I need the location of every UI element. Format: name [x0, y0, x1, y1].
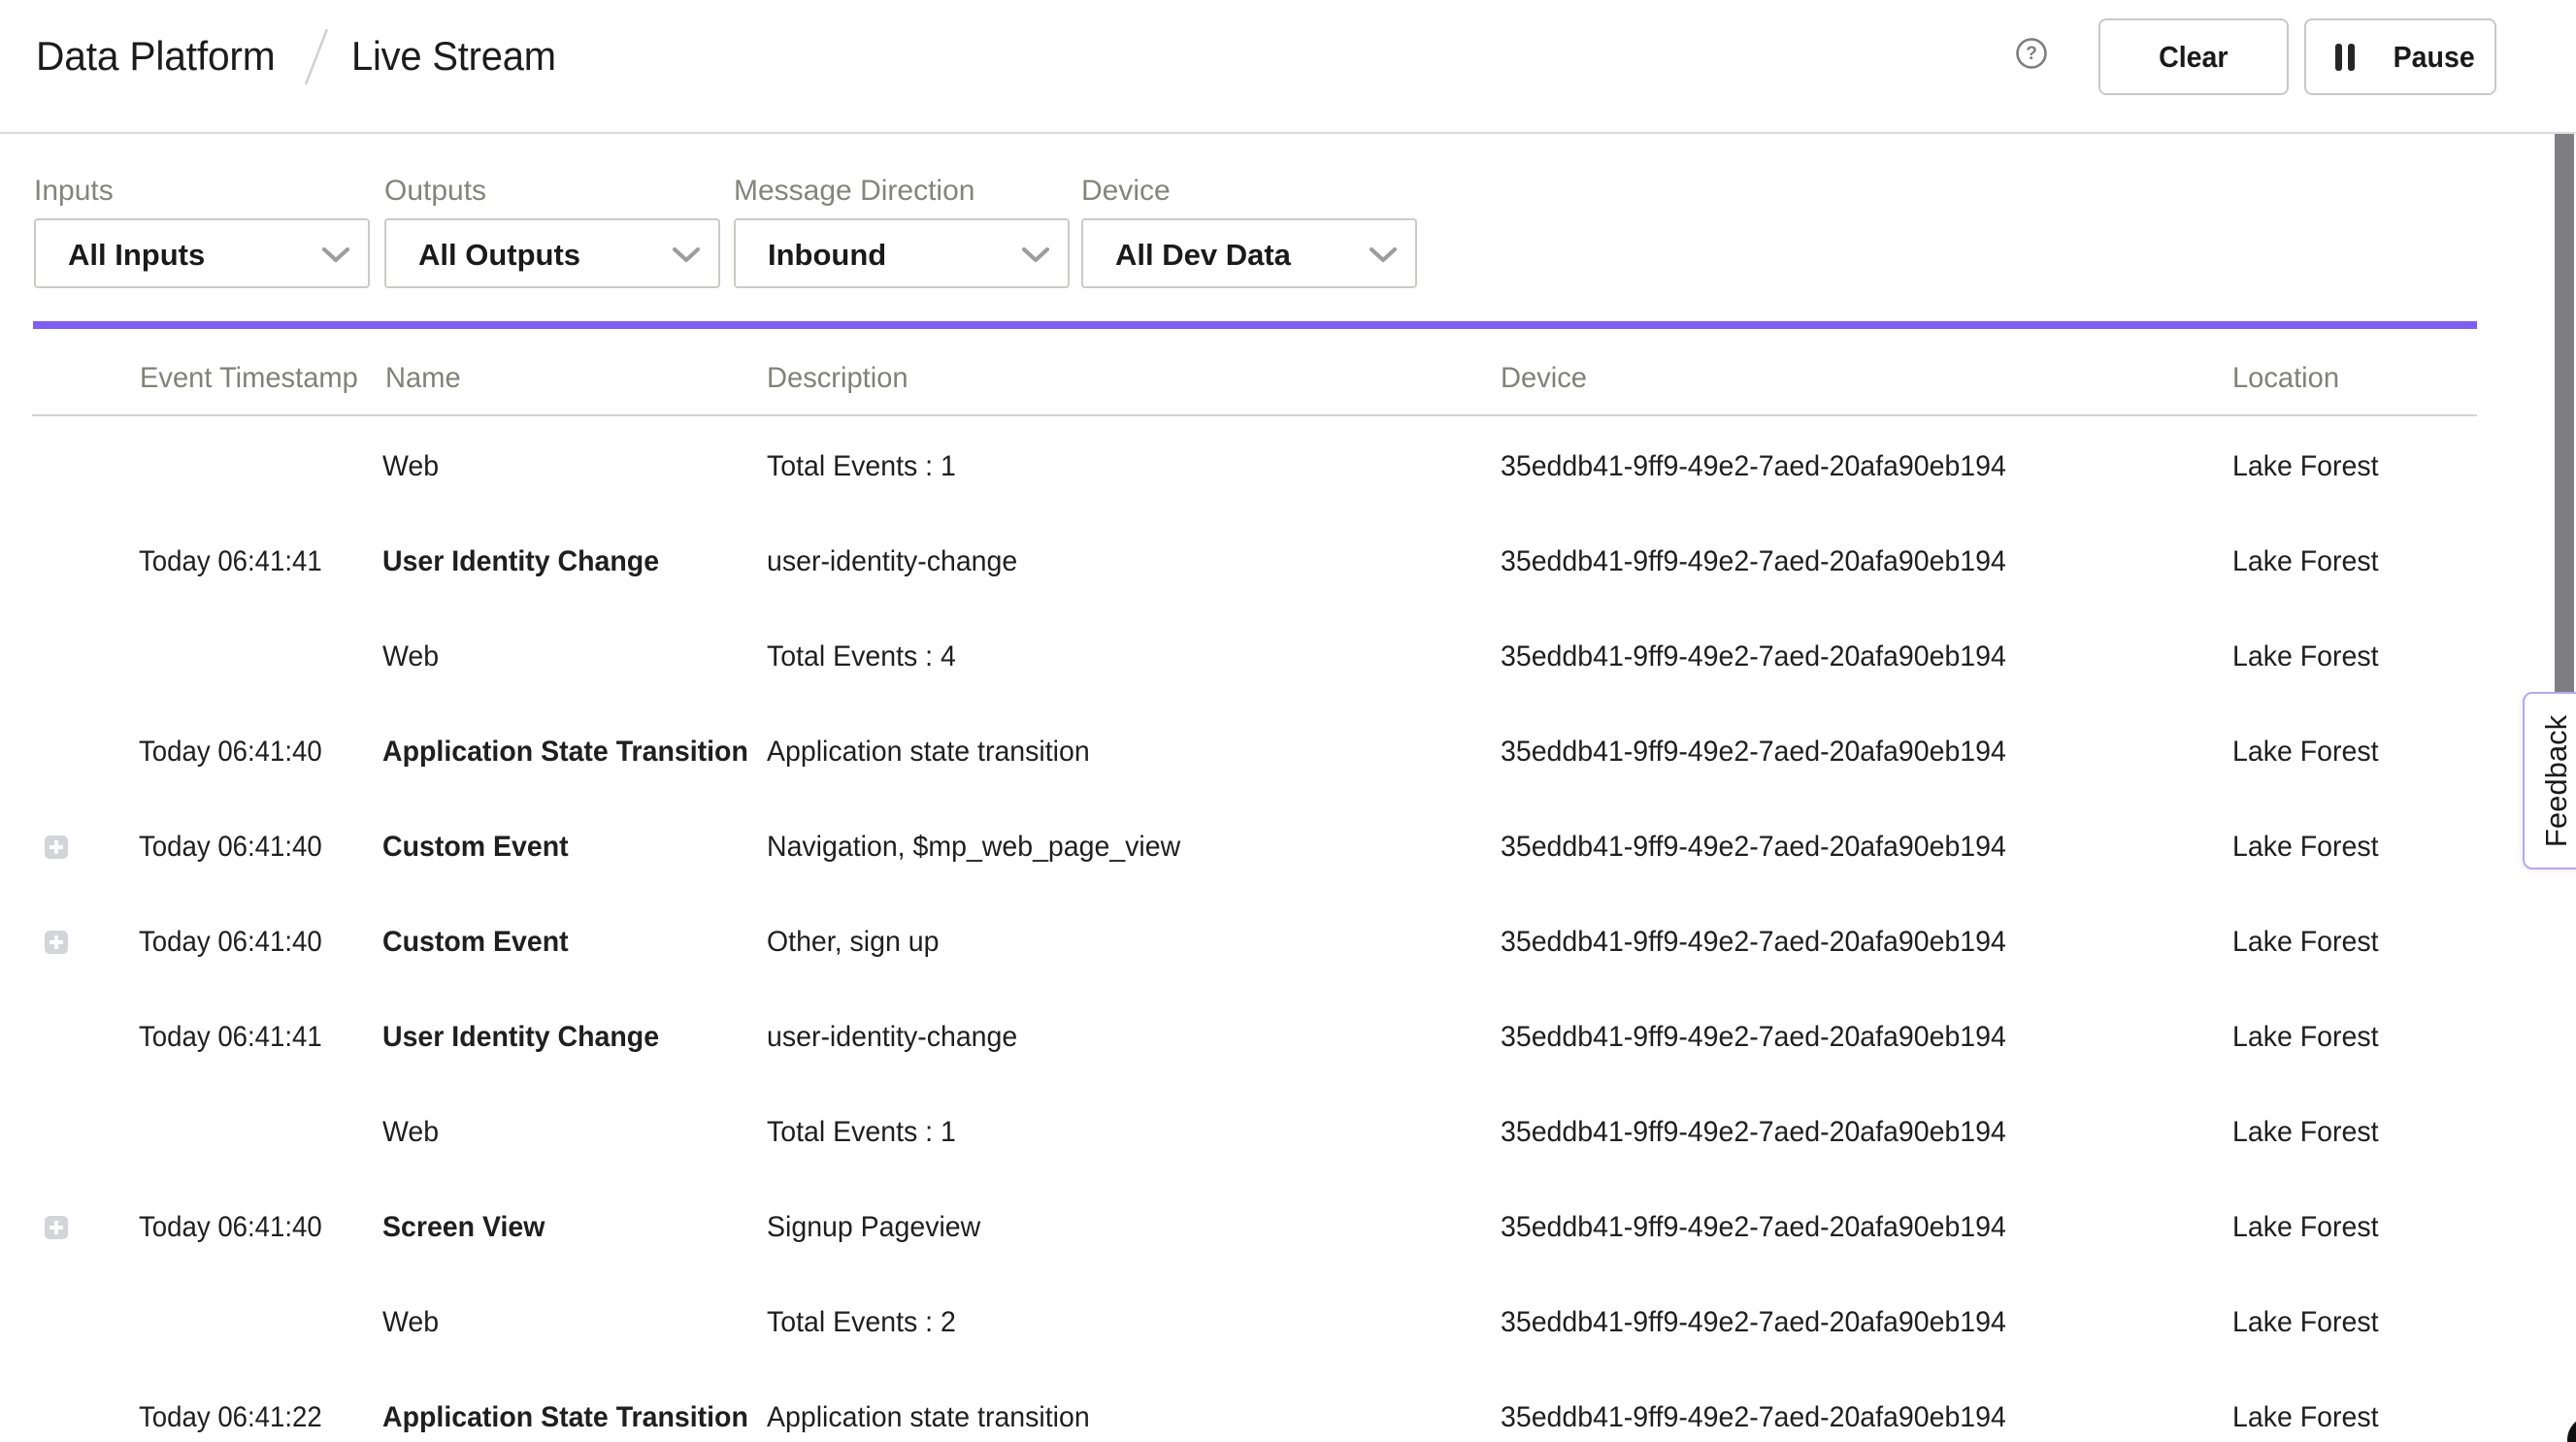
svg-text:?: ? — [2026, 44, 2037, 64]
